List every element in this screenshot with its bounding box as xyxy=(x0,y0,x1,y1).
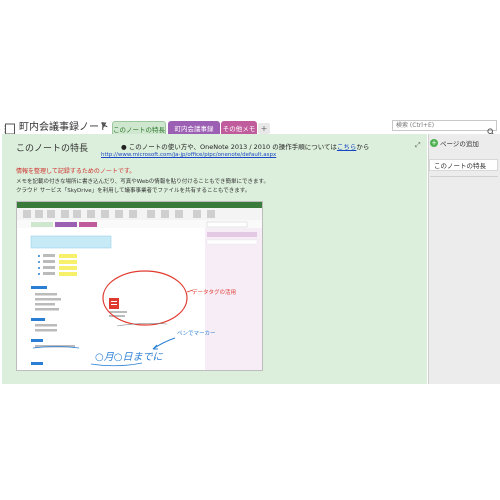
notebook-title[interactable]: 町内会議事録ノート xyxy=(19,118,109,133)
annotation-pen-label: ペンでマーカー xyxy=(177,330,216,337)
intro-bullet: ● このノートの使い方や、OneNote 2013 / 2010 の操作手順につ… xyxy=(121,141,369,151)
page-list-item[interactable]: このノートの特長 xyxy=(429,159,498,171)
embedded-screenshot-drawing: データタグの活用 ペンでマーカー ○月○日までに xyxy=(17,202,262,370)
section-heading: 情報を整理して記録するためのノートです。 xyxy=(16,168,136,175)
page-title: このノートの特長 xyxy=(16,144,89,154)
notebook-icon[interactable] xyxy=(4,120,16,135)
search-input[interactable]: 検索 (Ctrl+E) xyxy=(392,120,497,131)
bullet-text: このノートの使い方や、OneNote 2013 / 2010 の操作手順について… xyxy=(128,143,337,151)
add-page-label: ページの追加 xyxy=(440,140,479,148)
expand-icon[interactable]: ⤢ xyxy=(415,141,421,150)
bullet-dot: ● xyxy=(121,143,129,151)
help-url-link[interactable]: http://www.microsoft.com/ja-jp/office/pi… xyxy=(101,152,276,158)
tab-other-memo[interactable]: その他メモ xyxy=(221,121,257,135)
add-section-button[interactable]: + xyxy=(258,123,270,134)
body-line-1: メモを記載の付きな場所に書き込んだり、写真やWebの情報を貼り付けることもでき簡… xyxy=(16,179,270,185)
tab-features[interactable]: このノートの特長 xyxy=(112,121,166,135)
tab-minutes[interactable]: 町内会議事録 xyxy=(168,121,220,135)
help-link[interactable]: こちら xyxy=(337,143,357,151)
search-icon[interactable] xyxy=(487,121,495,136)
annotation-tag-label: データタグの活用 xyxy=(192,288,236,296)
plus-icon: + xyxy=(430,139,438,147)
chevron-down-icon[interactable]: ▼ xyxy=(101,121,106,129)
add-page-button[interactable]: + ページの追加 xyxy=(430,138,479,148)
embedded-screenshot[interactable]: データタグの活用 ペンでマーカー ○月○日までに xyxy=(16,201,263,371)
body-line-2: クラウド サービス「SkyDrive」を利用して議事事業者でファイルを共有するこ… xyxy=(16,188,251,194)
sidebar-divider xyxy=(430,176,498,177)
handwriting-note: ○月○日までに xyxy=(95,352,163,363)
bullet-suffix: から xyxy=(356,143,370,151)
